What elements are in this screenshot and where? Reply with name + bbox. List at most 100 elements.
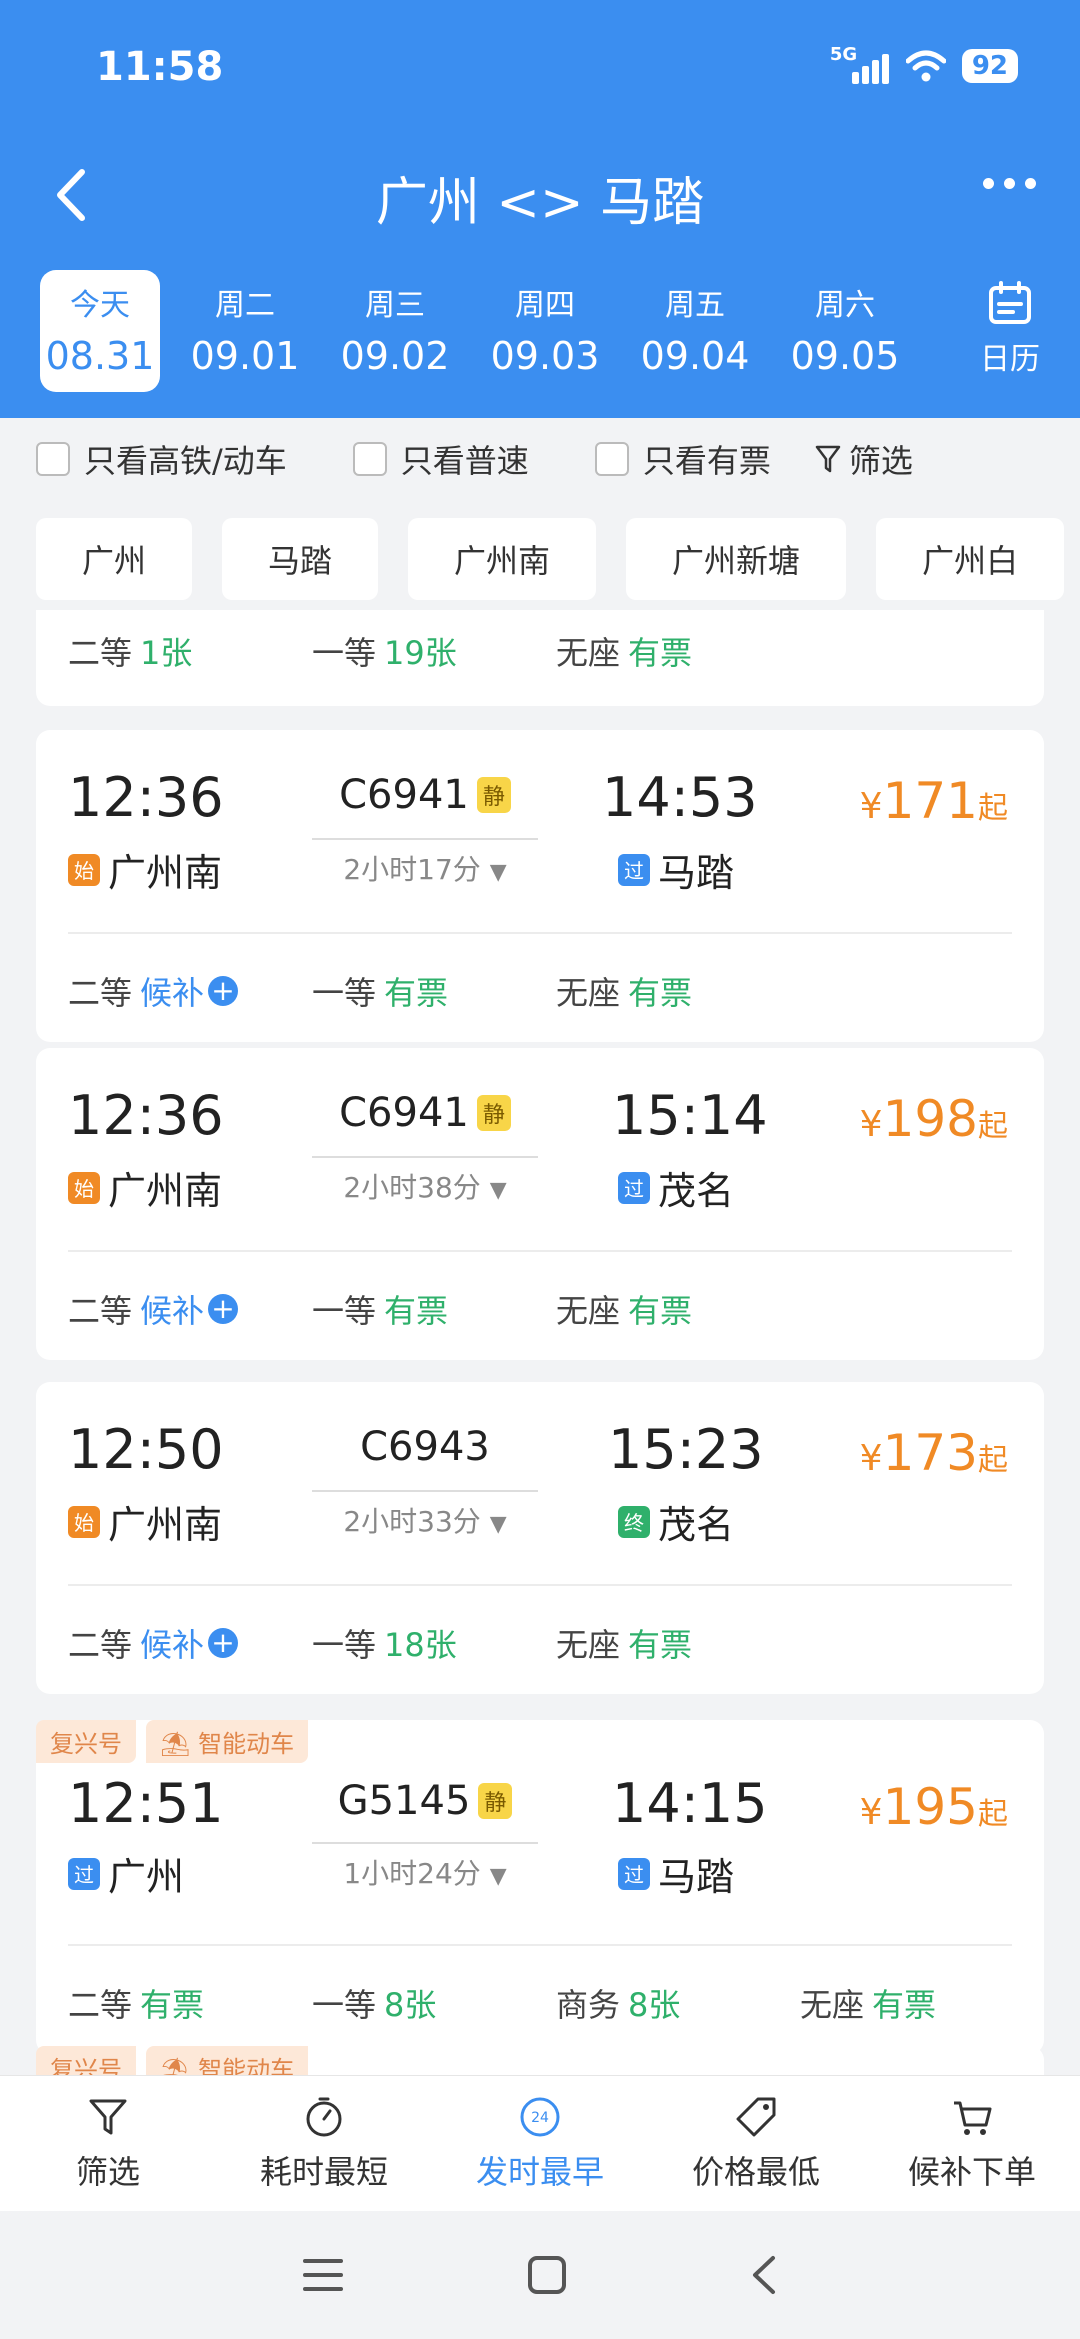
station-chip[interactable]: 广州 <box>36 518 193 600</box>
duration-toggle[interactable]: 2小时38分 ▼ <box>312 1156 538 1206</box>
seat-business: 商务 8张 <box>556 1980 800 2026</box>
waitlist-link: 候补 <box>140 1292 205 1330</box>
smart-emu-badge: ⛱ 智能动车 <box>146 1720 309 1763</box>
pass-tag: 过 <box>618 1857 650 1890</box>
date-tab[interactable]: 周四 09.03 <box>470 270 620 392</box>
duration-toggle[interactable]: 2小时17分 ▼ <box>312 838 538 888</box>
tab-label: 耗时最短 <box>259 2152 388 2191</box>
train-code: C6943 <box>360 1424 490 1470</box>
tab-waitlist-order[interactable]: 候补下单 <box>864 2076 1080 2211</box>
seat-value: 18张 <box>384 1626 457 1664</box>
price: ¥173 起 <box>860 1424 1008 1482</box>
page-title: 广州 <> 马踏 <box>375 173 705 233</box>
tab-lowest-price[interactable]: 价格最低 <box>648 2076 864 2211</box>
more-button[interactable] <box>983 178 1036 189</box>
only-available-checkbox[interactable]: 只看有票 <box>594 436 771 482</box>
tab-filter[interactable]: 筛选 <box>0 2076 216 2211</box>
seat-noseat: 无座 有票 <box>556 968 800 1014</box>
tab-shortest-duration[interactable]: 耗时最短 <box>216 2076 432 2211</box>
checkbox-label: 只看有票 <box>642 442 771 480</box>
train-card[interactable]: 12:36 始广州南 C6941 静 2小时17分 ▼ 14:53 过马踏 ¥17… <box>36 730 1044 1042</box>
seat-value: 有票 <box>384 974 449 1012</box>
train-card[interactable]: 复兴号 ⛱ 智能动车 12:51 过广州 G5145 静 1小时24分 ▼ 14:… <box>36 1720 1044 2054</box>
arrival-time: 15:14 <box>612 1084 768 1147</box>
calendar-button[interactable]: 日历 <box>940 270 1080 418</box>
checkbox-icon <box>594 442 629 476</box>
seat-second[interactable]: 二等 候补 + <box>68 1620 312 1666</box>
date-tab[interactable]: 周五 09.04 <box>620 270 770 392</box>
caret-down-icon: ▼ <box>489 860 507 885</box>
end-tag: 终 <box>618 1505 650 1538</box>
train-code: C6941 <box>339 772 469 818</box>
cart-icon <box>954 2101 992 2135</box>
more-dot-icon <box>983 178 994 189</box>
departure-station: 过广州 <box>68 1846 184 1901</box>
train-number: C6943 <box>312 1424 538 1470</box>
menu-icon[interactable] <box>301 2255 345 2295</box>
seat-label: 无座 <box>556 1626 621 1664</box>
station-chip[interactable]: 广州白 <box>876 518 1065 600</box>
arrival-time: 15:23 <box>608 1418 764 1481</box>
seat-label: 无座 <box>800 1986 865 2024</box>
seat-label: 二等 <box>68 1292 133 1330</box>
only-hsr-checkbox[interactable]: 只看高铁/动车 <box>36 436 287 482</box>
price: ¥195 起 <box>860 1778 1008 1836</box>
fuxing-badge: 复兴号 <box>36 2046 136 2075</box>
station-chip[interactable]: 马踏 <box>222 518 379 600</box>
arrival-time: 14:15 <box>612 1772 768 1835</box>
seat-label: 二等 <box>68 634 133 672</box>
station-name: 广州 <box>108 1855 185 1899</box>
train-card[interactable]: 12:50 始广州南 C6943 2小时33分 ▼ 15:23 终茂名 ¥173… <box>36 1382 1044 1694</box>
seat-second: 二等 有票 <box>68 1980 312 2026</box>
date-tab[interactable]: 周二 09.01 <box>170 270 320 392</box>
price-suffix: 起 <box>978 1109 1008 1144</box>
tab-label: 价格最低 <box>691 2152 820 2191</box>
seat-second[interactable]: 二等 候补 + <box>68 1286 312 1332</box>
badge-text: 智能动车 <box>198 1730 295 1758</box>
screen-button[interactable]: 筛选 <box>815 436 913 482</box>
date-md: 09.05 <box>790 334 900 378</box>
only-normal-checkbox[interactable]: 只看普速 <box>352 436 529 482</box>
departure-time: 12:50 <box>68 1418 224 1481</box>
tab-earliest-departure[interactable]: 24 发时最早 <box>432 2076 648 2211</box>
train-number: G5145 静 <box>312 1778 538 1824</box>
price-value: 198 <box>882 1090 978 1148</box>
filter-row: 只看高铁/动车 只看普速 只看有票 筛选 <box>0 418 1080 500</box>
seat-label: 无座 <box>556 634 621 672</box>
quiet-badge: 静 <box>476 1095 511 1131</box>
duration-toggle[interactable]: 1小时24分 ▼ <box>312 1842 538 1892</box>
tab-label: 候补下单 <box>907 2152 1036 2191</box>
status-icons: 5G 92 <box>830 44 1018 84</box>
seat-second[interactable]: 二等 候补 + <box>68 968 312 1014</box>
quiet-badge: 静 <box>476 777 511 813</box>
price: ¥171 起 <box>860 772 1008 830</box>
seat-first: 一等 有票 <box>312 968 556 1014</box>
train-card[interactable]: 12:36 始广州南 C6941 静 2小时38分 ▼ 15:14 过茂名 ¥19… <box>36 1048 1044 1360</box>
quiet-badge: 静 <box>478 1783 513 1819</box>
seat-label: 无座 <box>556 974 621 1012</box>
price-value: 171 <box>882 772 978 830</box>
start-tag: 始 <box>68 1171 100 1204</box>
price-suffix: 起 <box>978 1443 1008 1478</box>
seat-row: 二等 候补 + 一等 有票 无座 有票 <box>68 1286 800 1332</box>
seat-value: 有票 <box>628 1626 693 1664</box>
back-nav-icon[interactable] <box>749 2253 779 2297</box>
date-md: 09.04 <box>640 334 750 378</box>
train-badges: 复兴号 ⛱ 智能动车 <box>36 2046 309 2075</box>
seat-label: 二等 <box>68 1986 133 2024</box>
home-icon[interactable] <box>525 2253 569 2297</box>
station-chip[interactable]: 广州新塘 <box>626 518 847 600</box>
start-tag: 始 <box>68 1505 100 1538</box>
date-tab[interactable]: 周六 09.05 <box>770 270 920 392</box>
train-list[interactable]: 二等 1张 一等 19张 无座 有票 12:36 始广州南 C6941 静 2小时17分… <box>0 610 1080 2075</box>
seat-label: 一等 <box>312 1626 377 1664</box>
station-chip[interactable]: 广州南 <box>408 518 597 600</box>
date-dow: 周三 <box>365 288 425 323</box>
date-tab-today[interactable]: 今天 08.31 <box>40 270 160 392</box>
train-card-partial[interactable]: 二等 1张 一等 19张 无座 有票 <box>36 610 1044 706</box>
date-tab[interactable]: 周三 09.02 <box>320 270 470 392</box>
battery-indicator: 92 <box>961 49 1018 83</box>
train-card-peek[interactable]: 复兴号 ⛱ 智能动车 <box>36 2046 1044 2075</box>
duration-toggle[interactable]: 2小时33分 ▼ <box>312 1490 538 1540</box>
station-name: 马踏 <box>658 1855 735 1899</box>
